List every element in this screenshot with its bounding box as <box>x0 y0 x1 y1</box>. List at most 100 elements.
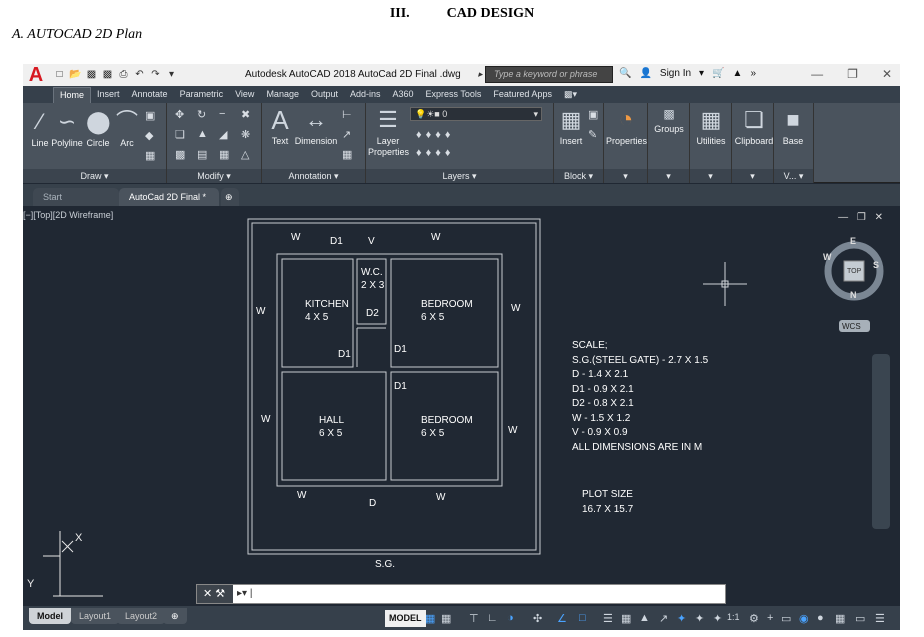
circle-button[interactable]: ⬤ Circle <box>85 109 111 148</box>
array-icon[interactable]: ▦ <box>219 148 229 161</box>
erase-icon[interactable]: ✖ <box>241 108 250 121</box>
print-icon[interactable]: ⎙ <box>117 67 130 82</box>
modify-panel-title[interactable]: Modify ▾ <box>167 169 261 183</box>
polyline-button[interactable]: ∽ Polyline <box>51 109 83 148</box>
utilities-button[interactable]: ▦ Utilities <box>692 107 730 146</box>
properties-button[interactable]: ◔ Properties <box>606 107 647 147</box>
binoculars-icon[interactable]: 🔍 <box>619 68 631 79</box>
close-icon[interactable]: ✕ <box>203 588 212 600</box>
tab-layout1[interactable]: Layout1 <box>71 608 120 624</box>
rectangle-icon[interactable]: ▣ <box>145 109 155 122</box>
add-icon[interactable]: + <box>767 612 773 624</box>
redo-icon[interactable]: ↷ <box>149 67 162 82</box>
properties-panel-expand[interactable]: ▾ <box>604 169 647 183</box>
leader-icon[interactable]: ↗ <box>342 128 351 141</box>
search-input[interactable]: ▸ Type a keyword or phrase <box>478 66 613 83</box>
close-icon[interactable]: ✕ <box>882 67 892 81</box>
dropdown-icon[interactable]: ▾ <box>699 68 704 79</box>
otrack-icon[interactable]: ∠ <box>557 612 567 625</box>
save-as-icon[interactable]: ▩ <box>101 67 114 82</box>
minimize-icon[interactable]: — <box>811 67 823 81</box>
layer-dropdown[interactable]: 💡☀■ 0 ▾ <box>410 107 542 121</box>
open-file-icon[interactable]: 📂 <box>69 67 82 82</box>
osnap-icon[interactable]: ✣ <box>533 612 542 625</box>
isolate-icon[interactable]: ● <box>817 612 824 624</box>
tab-add-ins[interactable]: Add-ins <box>344 87 387 103</box>
tab-annotate[interactable]: Annotate <box>126 87 174 103</box>
tab-a360[interactable]: A360 <box>387 87 420 103</box>
tab-manage[interactable]: Manage <box>260 87 305 103</box>
qat-menu-icon[interactable]: ▾ <box>165 67 178 82</box>
new-tab-button[interactable]: ⊕ <box>221 188 239 206</box>
auto-scale-icon[interactable]: ✦ <box>695 612 704 625</box>
table-icon[interactable]: ▦ <box>342 148 352 161</box>
create-block-icon[interactable]: ▣ <box>588 108 598 121</box>
annotation-scale-icon[interactable]: ✦ <box>713 612 722 625</box>
region-icon[interactable]: ▦ <box>145 149 155 162</box>
arc-button[interactable]: ⌒ Arc <box>115 109 139 148</box>
settings-icon[interactable]: ⚙ <box>749 612 759 625</box>
copy-icon[interactable]: ❏ <box>175 128 185 141</box>
tab-view[interactable]: View <box>229 87 260 103</box>
save-icon[interactable]: ▩ <box>85 67 98 82</box>
tab-active-drawing[interactable]: AutoCad 2D Final * ✕ <box>119 188 219 220</box>
fillet-icon[interactable]: ◢ <box>219 128 227 141</box>
sign-in-link[interactable]: Sign In <box>660 68 691 79</box>
mirror-icon[interactable]: ▲ <box>197 128 208 140</box>
text-button[interactable]: A Text <box>266 107 294 146</box>
hatch-icon[interactable]: ◆ <box>145 129 153 142</box>
3d-osnap-icon[interactable]: ↗ <box>659 612 668 625</box>
insert-button[interactable]: ▦ Insert <box>556 107 586 146</box>
undo-icon[interactable]: ↶ <box>133 67 146 82</box>
grid-icon[interactable]: ▦ <box>425 612 435 625</box>
drawing-canvas[interactable]: [−][Top][2D Wireframe] — ❐ ✕ W D1 V W W … <box>23 206 900 606</box>
annotation-scale-value[interactable]: 1:1 <box>727 612 740 622</box>
wrench-icon[interactable]: ⚒ <box>215 588 225 600</box>
tab-model[interactable]: Model <box>29 608 71 624</box>
tab-output[interactable]: Output <box>305 87 344 103</box>
tab-parametric[interactable]: Parametric <box>174 87 230 103</box>
infer-icon[interactable]: ⊤ <box>469 612 479 625</box>
clipboard-button[interactable]: ❏ Clipboard <box>734 107 774 146</box>
utilities-panel-expand[interactable]: ▾ <box>690 169 731 183</box>
trim-icon[interactable]: − <box>219 108 225 120</box>
help-icon[interactable]: ▲ <box>733 68 743 79</box>
ribbon-options-icon[interactable]: ▩▾ <box>558 87 583 103</box>
snap-icon[interactable]: ▦ <box>441 612 451 625</box>
new-file-icon[interactable]: □ <box>53 67 66 82</box>
quick-properties-icon[interactable]: ◉ <box>799 612 809 625</box>
user-icon[interactable]: 👤 <box>639 68 651 79</box>
tab-home[interactable]: Home <box>53 87 92 103</box>
model-space-button[interactable]: MODEL <box>385 610 426 627</box>
units-icon[interactable]: ▭ <box>781 612 791 625</box>
line-button[interactable]: ⁄ Line <box>27 109 53 148</box>
clipboard-panel-expand[interactable]: ▾ <box>732 169 773 183</box>
groups-panel-expand[interactable]: ▾ <box>648 169 689 183</box>
new-layout-button[interactable]: ⊕ <box>163 608 187 624</box>
restore-icon[interactable]: ❐ <box>847 67 858 81</box>
tab-layout2[interactable]: Layout2 <box>117 608 166 624</box>
layers-panel-title[interactable]: Layers ▾ <box>366 169 553 183</box>
rotate-icon[interactable]: ↻ <box>197 108 206 121</box>
base-button[interactable]: ■ Base <box>776 107 810 146</box>
layer-tools-row2-icon[interactable]: ♦♦♦♦ <box>416 147 454 159</box>
view-panel-title[interactable]: V... ▾ <box>774 169 813 183</box>
draw-panel-title[interactable]: Draw ▾ <box>23 169 166 183</box>
command-line[interactable]: ✕ ⚒ ▸▾ | <box>196 584 726 604</box>
tab-insert[interactable]: Insert <box>91 87 126 103</box>
block-panel-title[interactable]: Block ▾ <box>554 169 603 183</box>
annotation-visibility-icon[interactable]: ✦ <box>677 612 686 625</box>
move-icon[interactable]: ✥ <box>175 108 184 121</box>
annotation-panel-title[interactable]: Annotation ▾ <box>262 169 365 183</box>
dimension-button[interactable]: ↔ Dimension <box>294 107 338 146</box>
transparency-icon[interactable]: ▦ <box>621 612 631 625</box>
clean-screen-icon[interactable]: ▭ <box>855 612 865 625</box>
customization-icon[interactable]: ☰ <box>875 612 885 625</box>
layer-properties-button[interactable]: ☰ Layer Properties <box>368 107 409 158</box>
explode-icon[interactable]: ❋ <box>241 128 250 141</box>
stretch-icon[interactable]: ▩ <box>175 148 185 161</box>
layer-tools-row1-icon[interactable]: ♦♦♦♦ <box>416 129 454 141</box>
viewcube[interactable] <box>824 241 884 332</box>
selection-cycling-icon[interactable]: ▲ <box>639 612 650 624</box>
ortho-icon[interactable]: ∟ <box>487 612 498 624</box>
